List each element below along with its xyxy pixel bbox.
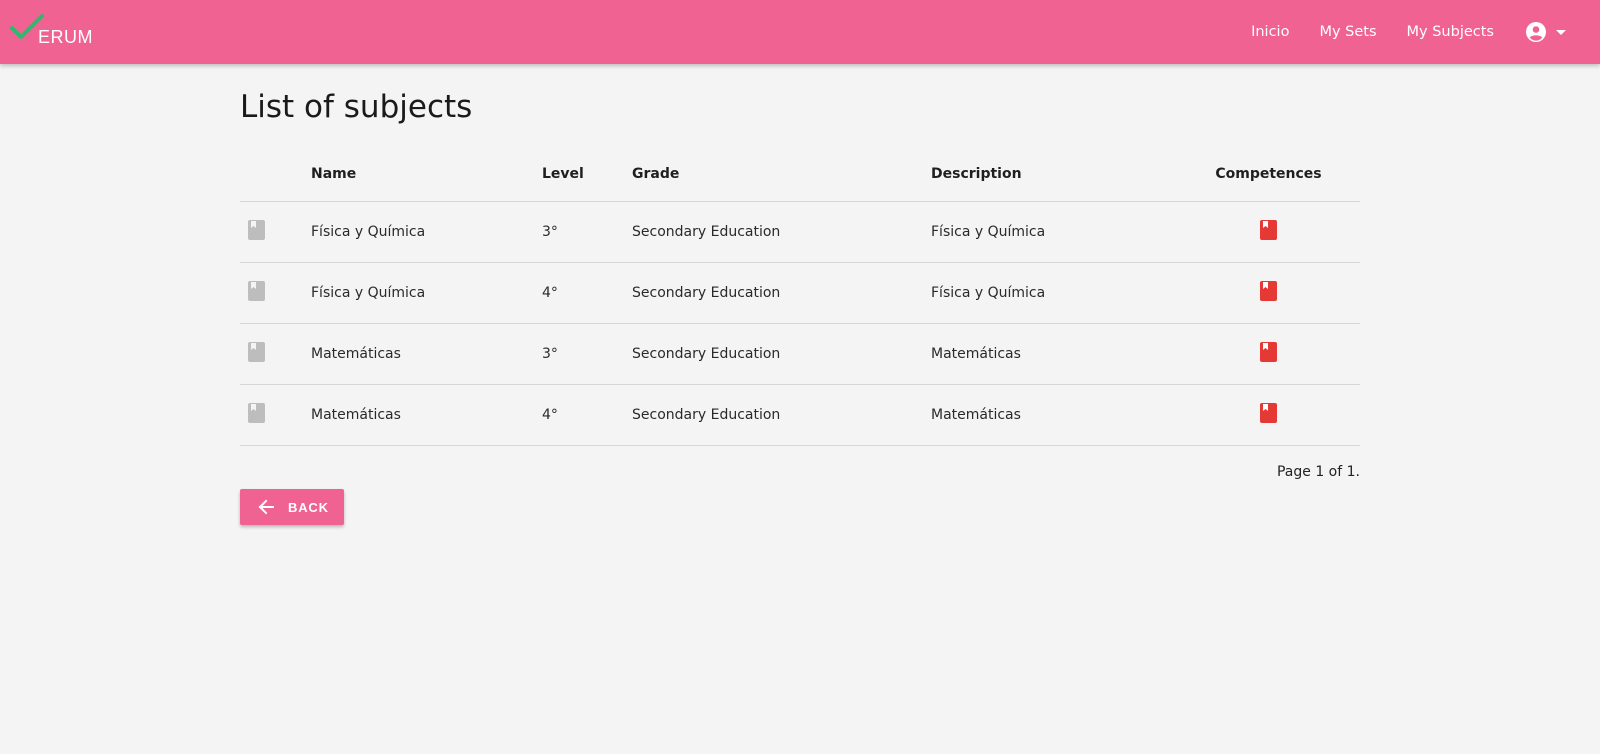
cell-description: Matemáticas [931,384,1177,446]
row-icon-cell [240,323,311,385]
table-row: Matemáticas 3° Secondary Education Matem… [240,323,1360,385]
cell-level: 3° [542,201,632,263]
user-menu[interactable] [1509,0,1600,64]
competences-button[interactable] [1259,403,1278,426]
subjects-table: Name Level Grade Description Competences… [240,148,1360,446]
column-header-competences: Competences [1177,148,1360,202]
back-button[interactable]: BACK [240,489,344,525]
table-row: Matemáticas 4° Secondary Education Matem… [240,384,1360,446]
nav-link-my-sets[interactable]: My Sets [1304,0,1391,64]
account-circle-icon [1526,22,1546,42]
cell-grade: Secondary Education [632,262,931,324]
page-title: List of subjects [240,89,473,125]
book-icon [248,402,265,423]
back-button-label: BACK [288,499,329,515]
cell-grade: Secondary Education [632,384,931,446]
bookmark-book-icon [1259,403,1277,423]
row-icon-cell [240,384,311,446]
cell-name: Física y Química [311,262,542,324]
competences-button[interactable] [1259,342,1278,365]
cell-competences [1177,384,1360,446]
column-header-description: Description [931,148,1177,202]
competences-button[interactable] [1259,281,1278,304]
table-header-row: Name Level Grade Description Competences [240,148,1360,202]
top-navbar: ERUM Inicio My Sets My Subjects [0,0,1600,64]
nav-link-inicio[interactable]: Inicio [1236,0,1304,64]
cell-name: Matemáticas [311,384,542,446]
cell-name: Matemáticas [311,323,542,385]
book-icon [248,219,265,240]
column-header-name: Name [311,148,542,202]
bookmark-book-icon [1259,220,1277,240]
cell-description: Matemáticas [931,323,1177,385]
cell-competences [1177,201,1360,263]
bookmark-book-icon [1259,281,1277,301]
cell-grade: Secondary Education [632,323,931,385]
column-header-level: Level [542,148,632,202]
caret-down-icon [1556,30,1566,35]
cell-competences [1177,262,1360,324]
cell-level: 4° [542,262,632,324]
cell-level: 3° [542,323,632,385]
arrow-left-icon [258,499,274,515]
column-header-icon [240,148,311,202]
competences-button[interactable] [1259,220,1278,243]
main-content: List of subjects Name Level Grade Descri… [240,64,1360,525]
table-row: Física y Química 4° Secondary Education … [240,262,1360,324]
brand-logo[interactable]: ERUM [10,14,110,48]
book-icon [248,341,265,362]
cell-name: Física y Química [311,201,542,263]
cell-competences [1177,323,1360,385]
cell-description: Física y Química [931,262,1177,324]
cell-description: Física y Química [931,201,1177,263]
cell-grade: Secondary Education [632,201,931,263]
nav-link-my-subjects[interactable]: My Subjects [1392,0,1509,64]
brand-text: ERUM [38,27,93,47]
column-header-grade: Grade [632,148,931,202]
table-row: Física y Química 3° Secondary Education … [240,201,1360,263]
cell-level: 4° [542,384,632,446]
bookmark-book-icon [1259,342,1277,362]
pagination-text: Page 1 of 1. [1276,463,1360,480]
row-icon-cell [240,262,311,324]
book-icon [248,280,265,301]
row-icon-cell [240,201,311,263]
nav-links: Inicio My Sets My Subjects [1236,0,1600,64]
